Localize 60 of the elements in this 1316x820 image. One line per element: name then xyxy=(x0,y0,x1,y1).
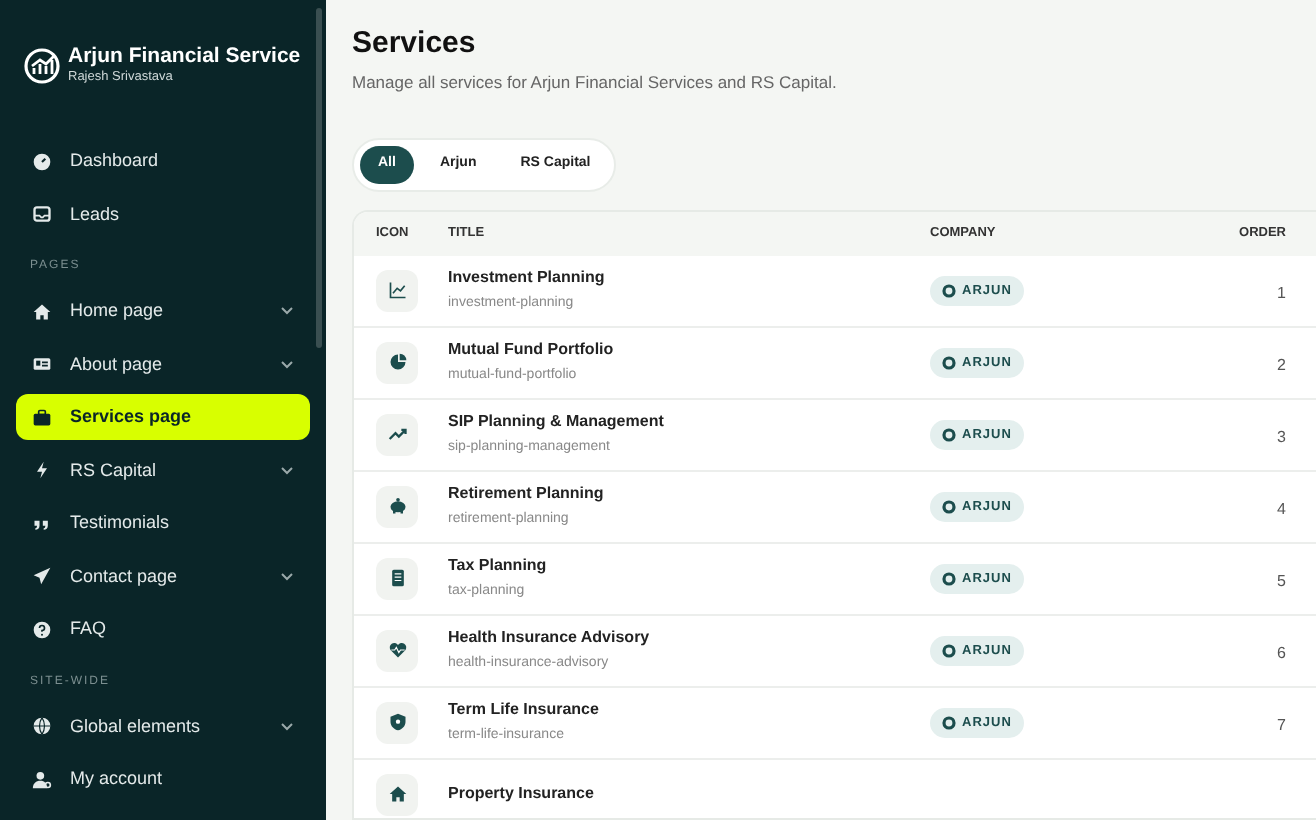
paper-plane-icon xyxy=(32,566,52,587)
ring-icon xyxy=(942,500,956,514)
chevron-down-icon xyxy=(280,465,294,476)
pie-chart-icon xyxy=(387,352,407,372)
order-number: 1 xyxy=(1277,284,1286,302)
id-card-icon xyxy=(32,354,52,375)
document-icon xyxy=(387,568,407,588)
chevron-down-icon xyxy=(280,571,294,582)
service-title: Term Life Insurance xyxy=(448,697,601,722)
ring-icon xyxy=(942,644,956,658)
order-number: 5 xyxy=(1277,572,1286,590)
page-title: Services xyxy=(352,26,478,64)
sidebar-item[interactable]: Testimonials xyxy=(16,500,310,547)
line-chart-icon xyxy=(387,280,407,300)
house-icon xyxy=(32,301,52,322)
sidebar-item[interactable]: Dashboard xyxy=(16,138,310,185)
user-icon xyxy=(32,769,52,790)
service-title: SIP Planning & Management xyxy=(448,409,666,434)
inbox-icon xyxy=(32,204,52,225)
sidebar-item[interactable]: Contact page xyxy=(16,553,310,600)
ring-icon xyxy=(942,572,956,586)
sidebar-item[interactable]: RS Capital xyxy=(16,447,310,494)
chevron-down-icon xyxy=(280,721,294,732)
service-title: Investment Planning xyxy=(448,265,607,290)
trend-up-icon xyxy=(387,424,407,444)
chevron-down-icon xyxy=(280,359,294,370)
order-number: 2 xyxy=(1277,356,1286,374)
heart-pulse-icon xyxy=(387,640,407,660)
sidebar-item[interactable]: Home page xyxy=(16,288,310,335)
order-number: 7 xyxy=(1277,716,1286,734)
logo-icon xyxy=(24,47,60,84)
shield-icon xyxy=(387,712,407,732)
service-title: Tax Planning xyxy=(448,553,549,578)
order-number: 4 xyxy=(1277,500,1286,518)
brand-title: Arjun Financial Service xyxy=(68,44,301,70)
sidebar-item[interactable]: My account xyxy=(16,756,310,803)
service-title: Mutual Fund Portfolio xyxy=(448,337,616,362)
sidebar-item[interactable]: FAQ xyxy=(16,606,310,653)
order-number: 6 xyxy=(1277,644,1286,662)
order-number: 3 xyxy=(1277,428,1286,446)
sidebar-item[interactable]: Services page xyxy=(16,394,310,441)
service-title: Health Insurance Advisory xyxy=(448,625,652,650)
chevron-down-icon xyxy=(280,306,294,317)
ring-icon xyxy=(942,284,956,298)
house-icon xyxy=(387,784,407,804)
service-title: Property Insurance xyxy=(448,782,596,806)
lightning-icon xyxy=(32,460,52,481)
piggy-bank-icon xyxy=(387,496,407,516)
ring-icon xyxy=(942,356,956,370)
gauge-icon xyxy=(32,151,52,172)
ring-icon xyxy=(942,716,956,730)
briefcase-icon xyxy=(32,407,52,428)
question-icon xyxy=(32,619,52,640)
sidebar-item[interactable]: Leads xyxy=(16,191,310,238)
sidebar-item[interactable]: About page xyxy=(16,341,310,388)
globe-icon xyxy=(32,716,52,737)
sidebar-item[interactable]: Global elements xyxy=(16,703,310,750)
ring-icon xyxy=(942,428,956,442)
page-subtitle: Manage all services for Arjun Financial Services and RS Capital. xyxy=(352,69,839,95)
service-title: Retirement Planning xyxy=(448,481,606,506)
